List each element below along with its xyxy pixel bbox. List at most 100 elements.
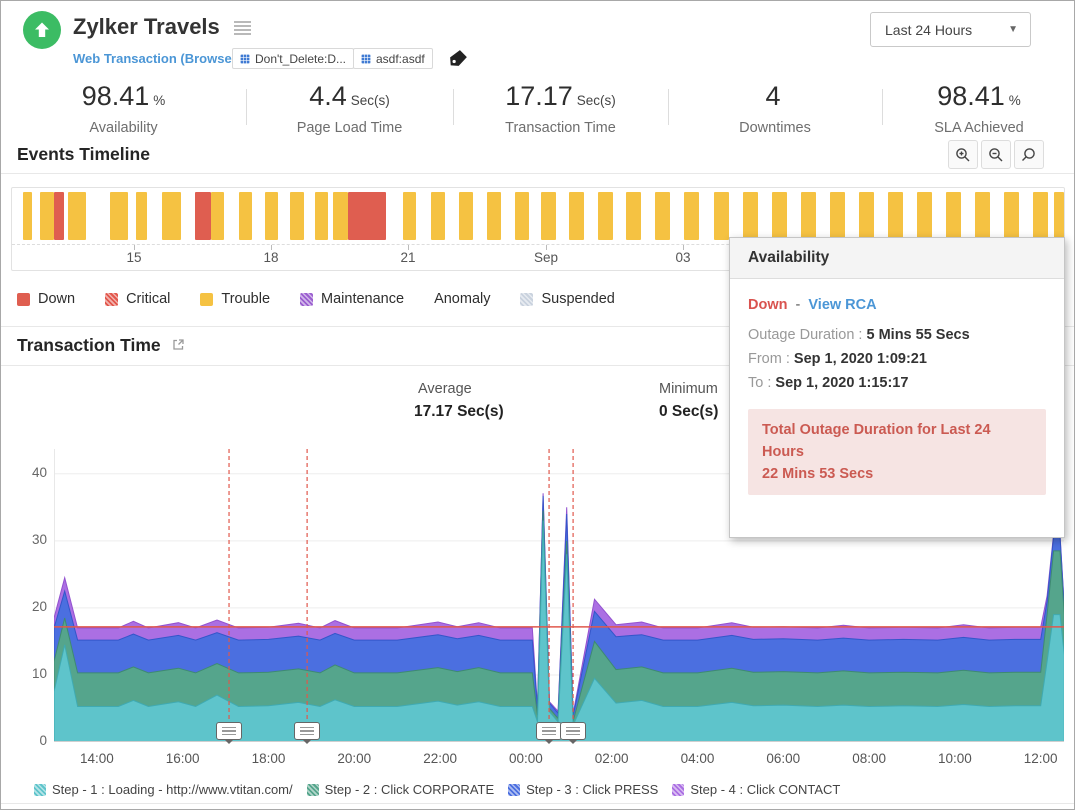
timeline-bar-trouble[interactable]: [975, 192, 990, 240]
y-axis-label: 40: [31, 464, 47, 480]
timeline-bar-trouble[interactable]: [315, 192, 328, 240]
events-legend: Down Critical Trouble Maintenance Anomaly Sus…: [17, 291, 615, 307]
legend-item[interactable]: Step - 2 : Click CORPORATE: [306, 782, 494, 797]
legend-item[interactable]: Suspended: [520, 291, 615, 307]
timeline-bar-trouble[interactable]: [136, 192, 147, 240]
legend-item[interactable]: Step - 1 : Loading - http://www.vtitan.c…: [34, 782, 293, 797]
zoom-reset-button[interactable]: [1014, 140, 1044, 169]
timeline-bar-trouble[interactable]: [431, 192, 445, 240]
down-status-label: Down: [748, 297, 788, 313]
timeline-bar-trouble[interactable]: [162, 192, 181, 240]
stat-divider: [246, 89, 247, 125]
timeline-tick-label: 18: [263, 250, 279, 265]
timeline-bar-trouble[interactable]: [1033, 192, 1048, 240]
legend-item[interactable]: Anomaly: [434, 291, 490, 307]
legend-item[interactable]: Step - 4 : Click CONTACT: [672, 782, 840, 797]
time-range-dropdown[interactable]: Last 24 Hours ▼: [870, 12, 1031, 47]
legend-label: Maintenance: [321, 291, 405, 307]
series-swatch: [306, 783, 319, 796]
x-axis-label: 02:00: [594, 751, 629, 766]
monitor-status-up-icon: [23, 11, 61, 49]
timeline-bar-trouble[interactable]: [946, 192, 961, 240]
x-axis-label: 18:00: [251, 751, 286, 766]
timeline-bar-trouble[interactable]: [239, 192, 252, 240]
legend-label: Suspended: [541, 291, 615, 307]
tag-icon[interactable]: [449, 49, 468, 73]
annotation-marker-icon[interactable]: [216, 722, 243, 744]
legend-item[interactable]: Down: [17, 291, 75, 307]
timeline-bar-trouble[interactable]: [515, 192, 529, 240]
series-swatch: [34, 783, 46, 796]
timeline-bar-trouble[interactable]: [859, 192, 874, 240]
legend-swatch: [520, 292, 534, 306]
timeline-bar-trouble[interactable]: [1054, 192, 1064, 240]
tag-chip[interactable]: Don't_Delete:D...: [232, 48, 355, 69]
series-swatch: [508, 783, 521, 796]
legend-item[interactable]: Maintenance: [300, 291, 404, 307]
tag-chip[interactable]: asdf:asdf: [353, 48, 433, 69]
timeline-bar-trouble[interactable]: [684, 192, 699, 240]
legend-item[interactable]: Step - 3 : Click PRESS: [508, 782, 658, 797]
timeline-bar-trouble[interactable]: [626, 192, 641, 240]
timeline-bar-trouble[interactable]: [333, 192, 348, 240]
outage-to-row: To : Sep 1, 2020 1:15:17: [748, 375, 909, 391]
availability-tooltip: Availability Down - View RCA Outage Dura…: [729, 237, 1065, 538]
timeline-bar-down[interactable]: [54, 192, 64, 240]
x-axis-label: 16:00: [165, 751, 200, 766]
timeline-bar-down[interactable]: [348, 192, 386, 240]
timeline-bar-trouble[interactable]: [459, 192, 473, 240]
total-outage-box: Total Outage Duration for Last 24 Hours …: [748, 409, 1046, 495]
timeline-bar-trouble[interactable]: [541, 192, 556, 240]
timeline-bar-trouble[interactable]: [743, 192, 758, 240]
legend-item[interactable]: Critical: [105, 291, 170, 307]
timeline-bar-trouble[interactable]: [830, 192, 845, 240]
legend-item[interactable]: Trouble: [200, 291, 270, 307]
timeline-bar-trouble[interactable]: [23, 192, 32, 240]
legend-label: Down: [38, 291, 76, 307]
stat-downtimes: 4 Downtimes: [739, 81, 811, 136]
zoom-out-button[interactable]: [981, 140, 1011, 169]
caret-down-icon: ▼: [1008, 24, 1018, 35]
timeline-bar-trouble[interactable]: [801, 192, 816, 240]
timeline-bar-trouble[interactable]: [265, 192, 278, 240]
annotation-marker-icon[interactable]: [294, 722, 321, 744]
monitor-type-link[interactable]: Web Transaction (Browser): [73, 51, 241, 66]
x-axis-label: 22:00: [423, 751, 457, 766]
average-value: 17.17 Sec(s): [414, 403, 504, 420]
timeline-bar-trouble[interactable]: [888, 192, 903, 240]
timeline-bar-down[interactable]: [195, 192, 211, 240]
tag-grid-icon: [240, 53, 250, 64]
timeline-bar-trouble[interactable]: [110, 192, 128, 240]
summary-stats-row: 98.41% Availability 4.4 Sec(s) Page Load …: [1, 81, 1074, 136]
timeline-bar-trouble[interactable]: [487, 192, 501, 240]
timeline-bar-trouble[interactable]: [211, 192, 224, 240]
page-title: Zylker Travels: [73, 14, 220, 39]
legend-label: Step - 1 : Loading - http://www.vtitan.c…: [52, 782, 293, 797]
timeline-bar-trouble[interactable]: [714, 192, 729, 240]
x-axis-label: 12:00: [1023, 751, 1058, 766]
annotation-marker-icon[interactable]: [560, 722, 587, 744]
transaction-time-title: Transaction Time: [17, 335, 161, 355]
timeline-tick-label: 03: [675, 250, 691, 265]
annotation-marker-icon[interactable]: [536, 722, 563, 744]
stat-divider: [882, 89, 883, 125]
timeline-bar-trouble[interactable]: [598, 192, 613, 240]
bottom-divider: [1, 803, 1074, 804]
timeline-bar-trouble[interactable]: [655, 192, 670, 240]
timeline-bar-trouble[interactable]: [569, 192, 584, 240]
timeline-bar-trouble[interactable]: [290, 192, 304, 240]
timeline-bar-trouble[interactable]: [68, 192, 86, 240]
timeline-bar-trouble[interactable]: [772, 192, 787, 240]
x-axis-label: 06:00: [766, 751, 801, 766]
events-timeline-title: Events Timeline: [17, 144, 150, 164]
timeline-bar-trouble[interactable]: [403, 192, 416, 240]
timeline-bar-trouble[interactable]: [40, 192, 54, 240]
timeline-bar-trouble[interactable]: [1004, 192, 1019, 240]
tag-chip-label: Don't_Delete:D...: [255, 51, 347, 66]
external-link-icon[interactable]: [172, 338, 185, 356]
timeline-bar-trouble[interactable]: [917, 192, 932, 240]
zoom-in-button[interactable]: [948, 140, 978, 169]
stat-availability: 98.41% Availability: [81, 81, 166, 136]
view-rca-link[interactable]: View RCA: [808, 297, 876, 313]
menu-icon[interactable]: [234, 21, 251, 37]
